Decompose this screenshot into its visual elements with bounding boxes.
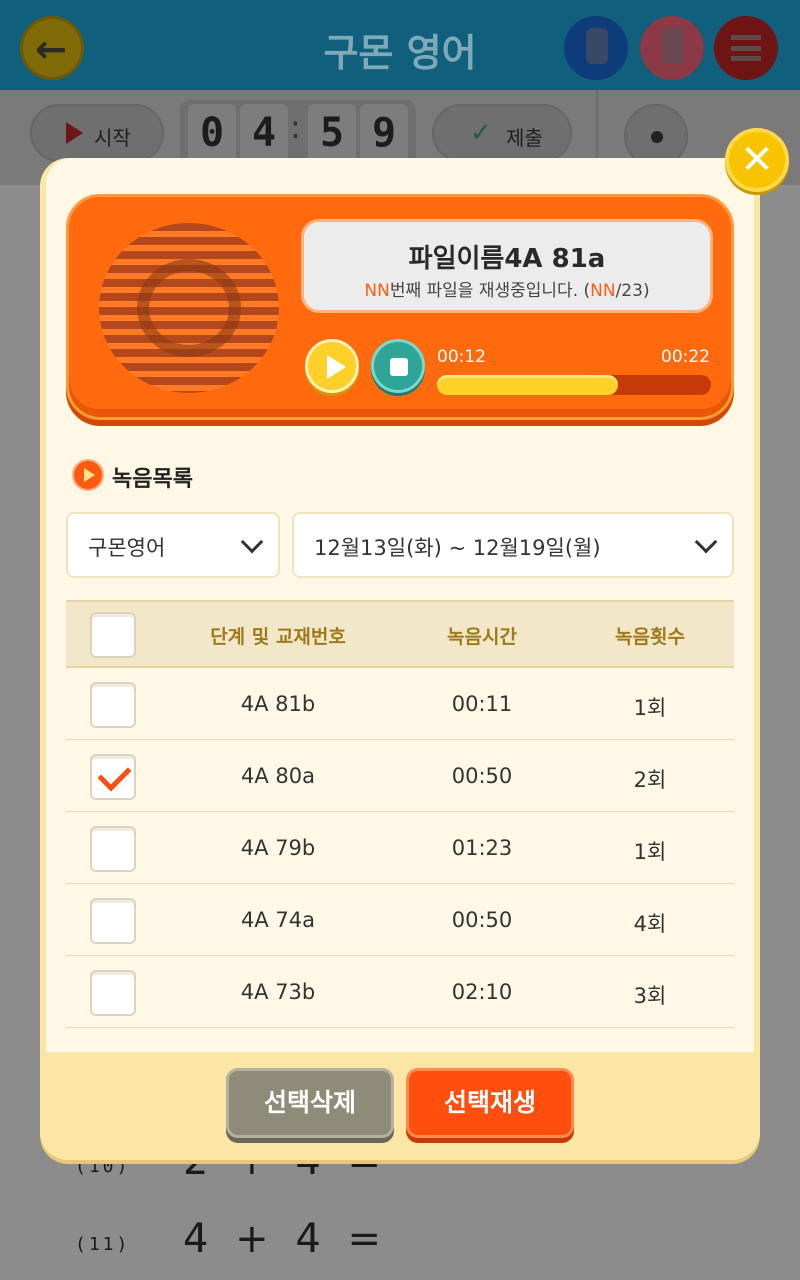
row-checkbox[interactable] [90,970,136,1016]
play-icon [327,355,346,379]
timer-digit: 9 [360,104,408,162]
play-icon [66,122,83,144]
pencil-icon [586,28,608,64]
hamburger-menu-icon [731,35,761,61]
timer-digit: 0 [188,104,236,162]
timer-digit: 5 [308,104,356,162]
top-bar: ← 구몬 영어 [0,0,800,90]
start-button[interactable]: 시작 [30,104,164,162]
row-record-count: 4회 [633,912,667,936]
row-checkbox[interactable] [90,682,136,728]
timer-separator: : [290,108,301,146]
close-icon: ✕ [740,137,774,183]
table-row[interactable]: 4A 74a 00:50 4회 [66,884,734,956]
menu-button[interactable] [714,16,778,80]
chevron-down-icon [240,530,264,554]
table-body: 4A 81b 00:11 1회 4A 80a 00:50 2회 4A 79b 01:23 1회 4… [66,668,734,1028]
row-record-count: 3회 [633,984,667,1008]
table-header: 단계 및 교재번호 녹음시간 녹음횟수 [66,600,734,668]
timer-digit: 4 [240,104,288,162]
date-range-select[interactable]: 12월13일(화) ~ 12월19일(월) [292,512,734,578]
status-text: 번째 파일을 재생중입니다. ( [389,281,591,301]
start-label: 시작 [94,126,131,150]
total-time: 00:22 [661,347,710,367]
row-record-time: 00:50 [451,764,513,788]
audio-player: 파일이름4A 81a NN번째 파일을 재생중입니다. (NN/23) 00:1… [66,194,734,420]
record-icon [651,131,663,143]
stop-button[interactable] [371,339,425,393]
row-item-number: 4A 81b [240,692,316,716]
timer-display: 0 4 : 5 9 [180,100,416,166]
eraser-icon [662,28,684,64]
play-bullet-icon [72,459,104,491]
playback-status: NN번째 파일을 재생중입니다. (NN/23) [304,276,710,301]
table-row[interactable]: 4A 73b 02:10 3회 [66,956,734,1028]
row-record-time: 00:50 [451,908,513,932]
row-item-number: 4A 73b [240,980,316,1004]
player-screen: 파일이름4A 81a NN번째 파일을 재생중입니다. (NN/23) [301,219,713,313]
recording-table: 단계 및 교재번호 녹음시간 녹음횟수 4A 81b 00:11 1회 4A 80a 0… [66,600,734,1028]
row-item-number: 4A 79b [240,836,316,860]
date-range-value: 12월13일(화) ~ 12월19일(월) [314,536,601,560]
pen-tool-button[interactable] [564,16,628,80]
problem-expression: 4 + 4 = [183,1216,382,1262]
stop-icon [390,358,408,376]
speaker-icon [99,223,279,393]
eraser-tool-button[interactable] [640,16,704,80]
row-item-number: 4A 74a [241,908,315,932]
subject-select-value: 구몬영어 [88,536,166,560]
column-header-time: 녹음시간 [447,626,517,648]
close-modal-button[interactable]: ✕ [725,128,789,192]
column-header-count: 녹음횟수 [615,626,685,648]
row-checkbox[interactable] [90,898,136,944]
progress-bar[interactable] [437,375,711,395]
problem-number: (11) [75,1234,131,1255]
row-record-count: 2회 [633,768,667,792]
row-record-time: 02:10 [451,980,513,1004]
subject-select[interactable]: 구몬영어 [66,512,280,578]
chevron-down-icon [694,530,718,554]
progress-fill [437,375,618,395]
row-item-number: 4A 80a [241,764,315,788]
row-record-time: 00:11 [451,692,513,716]
status-current-index-2: NN [590,281,616,301]
submit-label: 제출 [506,126,543,150]
table-row[interactable]: 4A 80a 00:50 2회 [66,740,734,812]
select-all-checkbox[interactable] [90,612,136,658]
delete-selected-button[interactable]: 선택삭제 [226,1068,394,1138]
table-row[interactable]: 4A 81b 00:11 1회 [66,668,734,740]
status-total: /23) [615,281,650,301]
row-record-time: 01:23 [451,836,513,860]
row-checkbox[interactable] [90,754,136,800]
submit-button[interactable]: ✓ 제출 [432,104,572,162]
section-title: 녹음목록 [112,467,193,492]
column-header-item: 단계 및 교재번호 [210,626,346,648]
file-name: 파일이름4A 81a [408,244,606,274]
row-checkbox[interactable] [90,826,136,872]
status-current-index: NN [364,281,390,301]
play-button[interactable] [305,339,359,393]
play-selected-button[interactable]: 선택재생 [406,1068,574,1138]
row-record-count: 1회 [633,840,667,864]
current-time: 00:12 [437,347,486,367]
table-row[interactable]: 4A 79b 01:23 1회 [66,812,734,884]
row-record-count: 1회 [633,696,667,720]
checkmark-icon: ✓ [470,118,492,148]
